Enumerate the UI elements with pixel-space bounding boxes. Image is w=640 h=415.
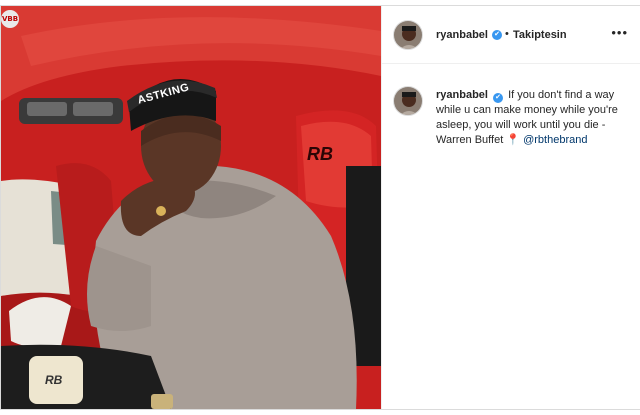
caption-verified-badge-icon: ✔ <box>493 93 504 103</box>
caption-username[interactable]: ryanbabel <box>436 89 488 101</box>
caption-text-block: ryanbabel ✔ If you don't find a way whil… <box>436 88 632 148</box>
post-header: ryanbabel ✔ • Takiptesin ••• <box>382 6 640 64</box>
post-photo[interactable]: VBB ASTKING RB RB <box>1 6 381 409</box>
avatar-icon <box>394 21 422 49</box>
header-username[interactable]: ryanbabel <box>436 29 488 41</box>
instagram-post: VBB ASTKING RB RB ryanbabel ✔ • Takiptes… <box>0 5 640 410</box>
seat-logo: RB <box>307 144 333 164</box>
caption-avatar-icon <box>394 87 422 115</box>
more-options-icon[interactable]: ••• <box>611 25 628 40</box>
header-separator: • <box>505 28 509 40</box>
photo-illustration <box>1 6 381 409</box>
pin-icon: 📍 <box>506 134 521 146</box>
following-button[interactable]: Takiptesin <box>513 29 567 41</box>
profile-avatar[interactable] <box>393 20 423 50</box>
post-side-panel: ryanbabel ✔ • Takiptesin ••• ryanbabel ✔… <box>381 6 640 409</box>
watermark-badge: VBB <box>1 10 19 28</box>
caption-mention-link[interactable]: @rbthebrand <box>523 134 587 146</box>
caption-avatar[interactable] <box>393 86 423 116</box>
phone-logo: RB <box>45 373 63 387</box>
verified-badge-icon: ✔ <box>492 30 502 40</box>
